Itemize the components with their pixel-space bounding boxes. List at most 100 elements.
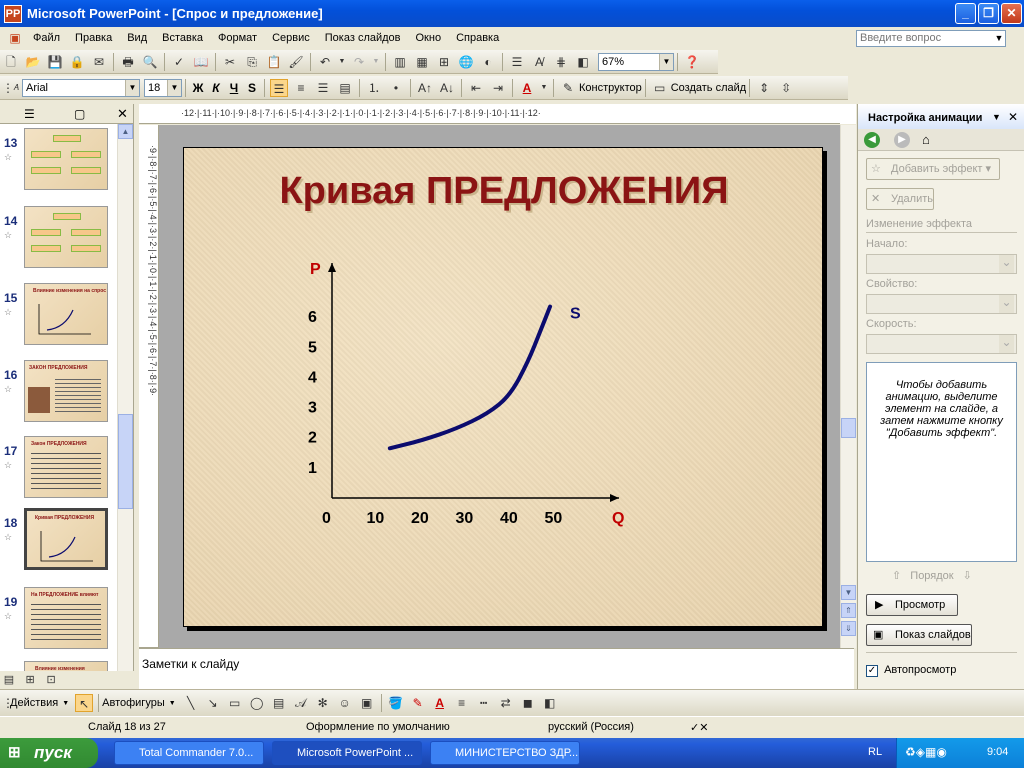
menu-window[interactable]: Окно <box>409 27 450 49</box>
slide-thumbnail[interactable]: Кривая ПРЕДЛОЖЕНИЯ <box>24 508 108 570</box>
new-icon[interactable]: 🗋 <box>2 53 20 71</box>
undo-dropdown-icon[interactable]: ▼ <box>338 53 346 71</box>
new-slide-button[interactable]: Создать слайд <box>671 82 746 94</box>
order-down-icon[interactable]: ⇩ <box>963 570 972 582</box>
scroll-thumb[interactable] <box>118 414 133 509</box>
autopreview-checkbox[interactable]: ✓ <box>866 665 878 677</box>
decrease-font-icon[interactable]: A↓ <box>438 79 456 97</box>
bullets-icon[interactable]: • <box>387 79 405 97</box>
property-select[interactable] <box>866 294 1017 314</box>
supply-curve-chart[interactable]: 1 2 3 4 5 6 0 10 20 30 40 50 P Q S <box>184 148 824 628</box>
task-powerpoint[interactable]: Microsoft PowerPoint ... <box>272 741 422 765</box>
wordart-icon[interactable]: 𝒜 <box>292 694 310 712</box>
dash-style-icon[interactable]: ┅ <box>475 694 493 712</box>
justify-icon[interactable]: ▤ <box>336 79 354 97</box>
speed-select[interactable] <box>866 334 1017 354</box>
next-slide-icon[interactable]: ⇓ <box>841 621 856 636</box>
autoshapes-menu[interactable]: Автофигуры <box>102 697 165 709</box>
shadow-button[interactable]: S <box>243 81 261 95</box>
slide-thumbnail[interactable]: Закон ПРЕДЛОЖЕНИЯ <box>24 436 108 498</box>
numbering-icon[interactable]: ⒈ <box>365 79 383 97</box>
shadow-style-icon[interactable]: ◼ <box>519 694 537 712</box>
permission-icon[interactable]: 🔒 <box>68 53 86 71</box>
close-pane-icon[interactable]: ✕ <box>117 106 128 122</box>
new-slide-icon[interactable]: ▭ <box>651 79 669 97</box>
prev-slide-icon[interactable]: ⇑ <box>841 603 856 618</box>
font-color-dropdown-icon[interactable]: ▼ <box>540 79 548 97</box>
expand-all-icon[interactable]: ☰ <box>508 53 526 71</box>
scroll-up-icon[interactable]: ▲ <box>118 124 133 139</box>
designer-button[interactable]: Конструктор <box>579 82 642 94</box>
arrow-style-icon[interactable]: ⇄ <box>497 694 515 712</box>
email-icon[interactable]: ✉ <box>90 53 108 71</box>
designer-icon[interactable]: ✎ <box>559 79 577 97</box>
save-icon[interactable]: 💾 <box>46 53 64 71</box>
text-color-icon[interactable]: A <box>431 694 449 712</box>
align-left-icon[interactable]: ☰ <box>270 78 288 97</box>
redo-dropdown-icon[interactable]: ▼ <box>372 53 380 71</box>
minimize-button[interactable]: _ <box>955 3 976 24</box>
slide-thumbnail[interactable]: ЗАКОН ПРЕДЛОЖЕНИЯ <box>24 360 108 422</box>
color-grayscale-icon[interactable]: ◧ <box>574 53 592 71</box>
fill-color-icon[interactable]: 🪣 <box>387 694 405 712</box>
increase-indent-icon[interactable]: ⇥ <box>489 79 507 97</box>
line-icon[interactable]: ╲ <box>182 694 200 712</box>
menu-file[interactable]: Файл <box>26 27 68 49</box>
maximize-button[interactable]: ❐ <box>978 3 999 24</box>
open-icon[interactable]: 📂 <box>24 53 42 71</box>
taskpane-close-icon[interactable]: ✕ <box>1008 110 1018 124</box>
language-indicator[interactable]: RL <box>868 746 882 758</box>
back-icon[interactable]: ◀ <box>864 132 880 148</box>
picture-icon[interactable]: ▣ <box>358 694 376 712</box>
menu-tools[interactable]: Сервис <box>265 27 318 49</box>
scroll-down-icon[interactable]: ▼ <box>841 585 856 600</box>
show-formatting-icon[interactable]: A̸ <box>530 53 548 71</box>
bold-button[interactable]: Ж <box>189 81 207 95</box>
font-color-icon[interactable]: A <box>518 79 536 97</box>
slides-tab-icon[interactable]: ▢ <box>74 107 85 121</box>
font-size-combo[interactable]: 18 ▼ <box>144 78 182 97</box>
insert-chart-icon[interactable]: ▥ <box>391 53 409 71</box>
undo-icon[interactable]: ↶ <box>316 53 334 71</box>
align-right-icon[interactable]: ☰ <box>314 79 332 97</box>
help-icon[interactable]: ❓ <box>683 53 701 71</box>
start-select[interactable] <box>866 254 1017 274</box>
slide-thumbnail[interactable]: Влияние изменения на спрос <box>24 283 108 345</box>
grid-icon[interactable]: ⋕ <box>552 53 570 71</box>
3d-style-icon[interactable]: ◧ <box>541 694 559 712</box>
redo-icon[interactable]: ↷ <box>350 53 368 71</box>
close-button[interactable]: ✕ <box>1001 3 1022 24</box>
copy-icon[interactable]: ⎘ <box>243 53 261 71</box>
forward-icon[interactable]: ▶ <box>894 132 910 148</box>
print-preview-icon[interactable]: 🔍 <box>141 53 159 71</box>
spelling-icon[interactable]: ✓ <box>170 53 188 71</box>
line-color-icon[interactable]: ✎ <box>409 694 427 712</box>
menu-help[interactable]: Справка <box>449 27 507 49</box>
diagram-icon[interactable]: ✻ <box>314 694 332 712</box>
slideshow-view-icon[interactable]: ⊡ <box>44 671 58 689</box>
task-totalcmd[interactable]: Total Commander 7.0... <box>114 741 264 765</box>
slide-thumbnail[interactable] <box>24 128 108 190</box>
outline-tab-icon[interactable]: ☰ <box>24 107 35 121</box>
help-search-input[interactable]: Введите вопрос <box>856 30 1006 47</box>
menu-edit[interactable]: Правка <box>68 27 120 49</box>
oval-icon[interactable]: ◯ <box>248 694 266 712</box>
print-icon[interactable]: 🖶 <box>119 53 137 71</box>
increase-font-icon[interactable]: A↑ <box>416 79 434 97</box>
animation-icon[interactable]: ⇕ <box>755 79 773 97</box>
delete-button[interactable]: ✕ Удалить <box>866 188 934 210</box>
help-dropdown-icon[interactable]: ▼ <box>992 30 1006 47</box>
order-up-icon[interactable]: ⇧ <box>892 570 901 582</box>
home-icon[interactable]: ⌂ <box>922 132 930 147</box>
rectangle-icon[interactable]: ▭ <box>226 694 244 712</box>
clipart-icon[interactable]: ◐ <box>479 53 497 71</box>
select-pointer-icon[interactable]: ↖ <box>75 694 94 712</box>
insert-table-icon[interactable]: ▦ <box>413 53 431 71</box>
tables-borders-icon[interactable]: ⊞ <box>435 53 453 71</box>
actions-menu[interactable]: Действия <box>10 697 58 709</box>
add-effect-button[interactable]: ☆ Добавить эффект ▾ <box>866 158 1000 180</box>
cut-icon[interactable]: ✂ <box>221 53 239 71</box>
textbox-icon[interactable]: ▤ <box>270 694 288 712</box>
menu-insert[interactable]: Вставка <box>155 27 211 49</box>
arrow-icon[interactable]: ↘ <box>204 694 222 712</box>
